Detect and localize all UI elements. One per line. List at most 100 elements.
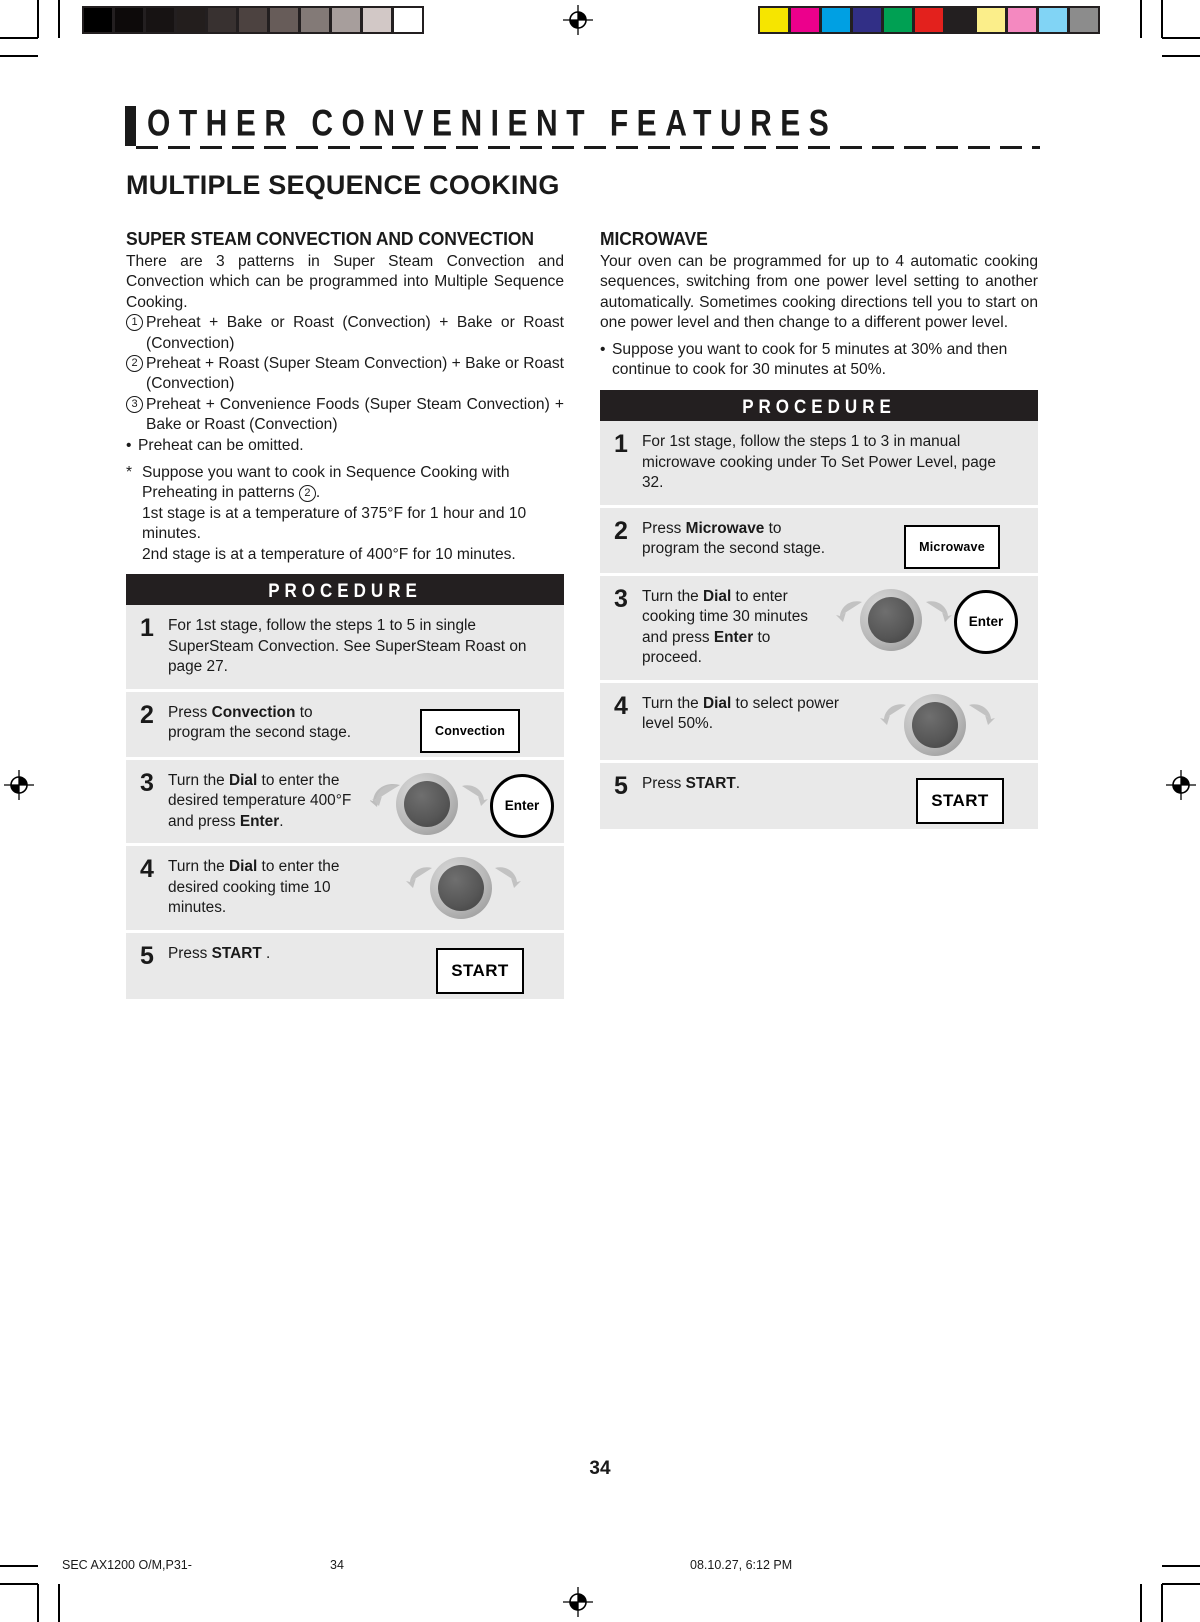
- step-illustration: Convection: [374, 703, 564, 753]
- step-illustration: [374, 857, 564, 920]
- list-item: 1 Preheat + Bake or Roast (Convection) + …: [126, 313, 564, 354]
- step-text: Turn the Dial to select power level 50%.: [642, 694, 848, 735]
- page-number: 34: [589, 1458, 611, 1479]
- step-illustration: START: [848, 774, 1038, 824]
- rotate-right-arrow-icon: [462, 784, 488, 806]
- step-number: 4: [140, 855, 154, 884]
- footer-middle: 34: [330, 1558, 344, 1572]
- step-text: For 1st stage, follow the steps 1 to 5 i…: [168, 616, 564, 678]
- enter-key[interactable]: Enter: [954, 589, 1018, 654]
- start-key[interactable]: START: [916, 777, 1004, 824]
- step-text-emphasis: Dial: [229, 771, 258, 789]
- step-text-emphasis: START: [211, 944, 262, 962]
- step-text-emphasis: Dial: [229, 858, 258, 876]
- pattern-text: Preheat + Convenience Foods (Super Steam…: [146, 395, 564, 434]
- step-text-emphasis: Convection: [211, 703, 296, 721]
- step-illustration: Enter: [370, 771, 564, 838]
- step-number: 5: [614, 771, 628, 800]
- pattern-text: Preheat + Roast (Super Steam Convection)…: [146, 355, 564, 393]
- step-number: 3: [140, 768, 154, 797]
- step-text-part: Turn the: [642, 587, 704, 605]
- right-bullet-list: Suppose you want to cook for 5 minutes a…: [600, 340, 1038, 381]
- microwave-key[interactable]: Microwave: [904, 524, 1000, 569]
- chapter-title: OTHER CONVENIENT FEATURES: [147, 104, 838, 145]
- step-number: 5: [140, 941, 154, 970]
- circled-number: 2: [126, 355, 143, 373]
- footer-right: 08.10.27, 6:12 PM: [690, 1558, 793, 1572]
- step-text: Press Microwave to program the second st…: [642, 519, 848, 560]
- circled-number-inline: 2: [298, 485, 316, 503]
- rotate-right-arrow-icon: [926, 601, 952, 622]
- step-number: 1: [614, 430, 628, 459]
- procedure-step: 2 Press Convection to program the second…: [126, 691, 564, 760]
- chapter-accent-bar: [125, 106, 136, 146]
- step-text-emphasis: Enter: [239, 812, 280, 830]
- step-number: 2: [140, 700, 154, 729]
- left-column: SUPER STEAM CONVECTION AND CONVECTION Th…: [126, 228, 564, 999]
- step-text: Turn the Dial to enter the desired cooki…: [168, 857, 374, 919]
- start-key[interactable]: START: [436, 947, 524, 994]
- rotate-right-arrow-icon: [495, 867, 521, 889]
- step-text-part: .: [261, 944, 271, 962]
- star-note-line3: 2nd stage is at a temperature of 400°F f…: [142, 545, 516, 563]
- procedure-step: 3 Turn the Dial to enter cooking time 30…: [600, 575, 1038, 683]
- control-dial[interactable]: [904, 693, 966, 756]
- dial-knob: [868, 596, 914, 643]
- step-number: 3: [614, 584, 628, 613]
- step-text: For 1st stage, follow the steps 1 to 3 i…: [642, 432, 1038, 494]
- step-text-part: Turn the: [168, 858, 230, 876]
- asterisk-marker: *: [126, 464, 133, 482]
- procedure-step: 5 Press START . START: [126, 932, 564, 999]
- rotate-right-arrow-icon: [969, 704, 995, 725]
- left-bullet-list: Preheat can be omitted.: [126, 436, 564, 457]
- procedure-step: 2 Press Microwave to program the second …: [600, 507, 1038, 576]
- step-number: 4: [614, 691, 628, 720]
- page-title: MULTIPLE SEQUENCE COOKING: [126, 170, 560, 200]
- control-dial[interactable]: [396, 772, 458, 835]
- step-number: 2: [614, 516, 628, 545]
- step-text-emphasis: Dial: [703, 694, 732, 712]
- convection-key[interactable]: Convection: [420, 708, 520, 753]
- dial-knob: [912, 701, 958, 748]
- step-text: Press START.: [642, 774, 848, 795]
- print-footer: SEC AX1200 O/M,P31- 34 08.10.27, 6:12 PM: [0, 1558, 1200, 1578]
- right-column: MICROWAVE Your oven can be programmed fo…: [600, 228, 1038, 829]
- left-star-note: * Suppose you want to cook in Sequence C…: [126, 463, 564, 565]
- right-procedure-table: PROCEDURE 1 For 1st stage, follow the st…: [600, 390, 1038, 829]
- control-dial[interactable]: [430, 857, 492, 920]
- step-text-emphasis: Microwave: [685, 519, 765, 537]
- procedure-step: 5 Press START. START: [600, 762, 1038, 829]
- step-text-part: Press: [168, 944, 212, 962]
- star-note-line2: 1st stage is at a temperature of 375°F f…: [142, 504, 527, 543]
- step-illustration: START: [374, 944, 564, 994]
- list-item: 2 Preheat + Roast (Super Steam Convection…: [126, 354, 564, 395]
- pattern-text: Preheat + Bake or Roast (Convection) + B…: [146, 314, 564, 352]
- right-section-heading: MICROWAVE: [600, 228, 708, 249]
- left-section-heading: SUPER STEAM CONVECTION AND CONVECTION: [126, 228, 534, 249]
- right-intro-paragraph: Your oven can be programmed for up to 4 …: [600, 253, 1038, 332]
- step-text-part: For 1st stage, follow the steps 1 to 3 i…: [642, 433, 996, 492]
- chapter-header: OTHER CONVENIENT FEATURES: [125, 104, 1040, 150]
- enter-key[interactable]: Enter: [490, 773, 554, 838]
- step-text-part: Turn the: [642, 694, 704, 712]
- step-text-part: Turn the: [168, 771, 230, 789]
- step-text-part: For 1st stage, follow the steps 1 to 5 i…: [168, 617, 527, 676]
- step-text: Turn the Dial to enter the desired tempe…: [168, 771, 374, 833]
- list-item: Preheat can be omitted.: [126, 436, 564, 457]
- procedure-step: 4 Turn the Dial to enter the desired coo…: [126, 846, 564, 933]
- step-number: 1: [140, 614, 154, 643]
- step-illustration: Enter: [836, 587, 1028, 654]
- list-item: 3 Preheat + Convenience Foods (Super Stea…: [126, 395, 564, 436]
- left-procedure-table: PROCEDURE 1 For 1st stage, follow the st…: [126, 574, 564, 999]
- dial-knob: [404, 780, 450, 827]
- step-illustration: Microwave: [848, 519, 1038, 569]
- list-item: Suppose you want to cook for 5 minutes a…: [600, 340, 1038, 381]
- procedure-step: 4 Turn the Dial to select power level 50…: [600, 682, 1038, 763]
- star-note-period: .: [315, 484, 321, 502]
- procedure-step: 3 Turn the Dial to enter the desired tem…: [126, 759, 564, 847]
- step-text-part: Press: [642, 519, 686, 537]
- step-text-part: .: [735, 774, 741, 792]
- step-illustration: [848, 693, 1038, 756]
- control-dial[interactable]: [860, 588, 922, 651]
- dial-knob: [438, 865, 484, 912]
